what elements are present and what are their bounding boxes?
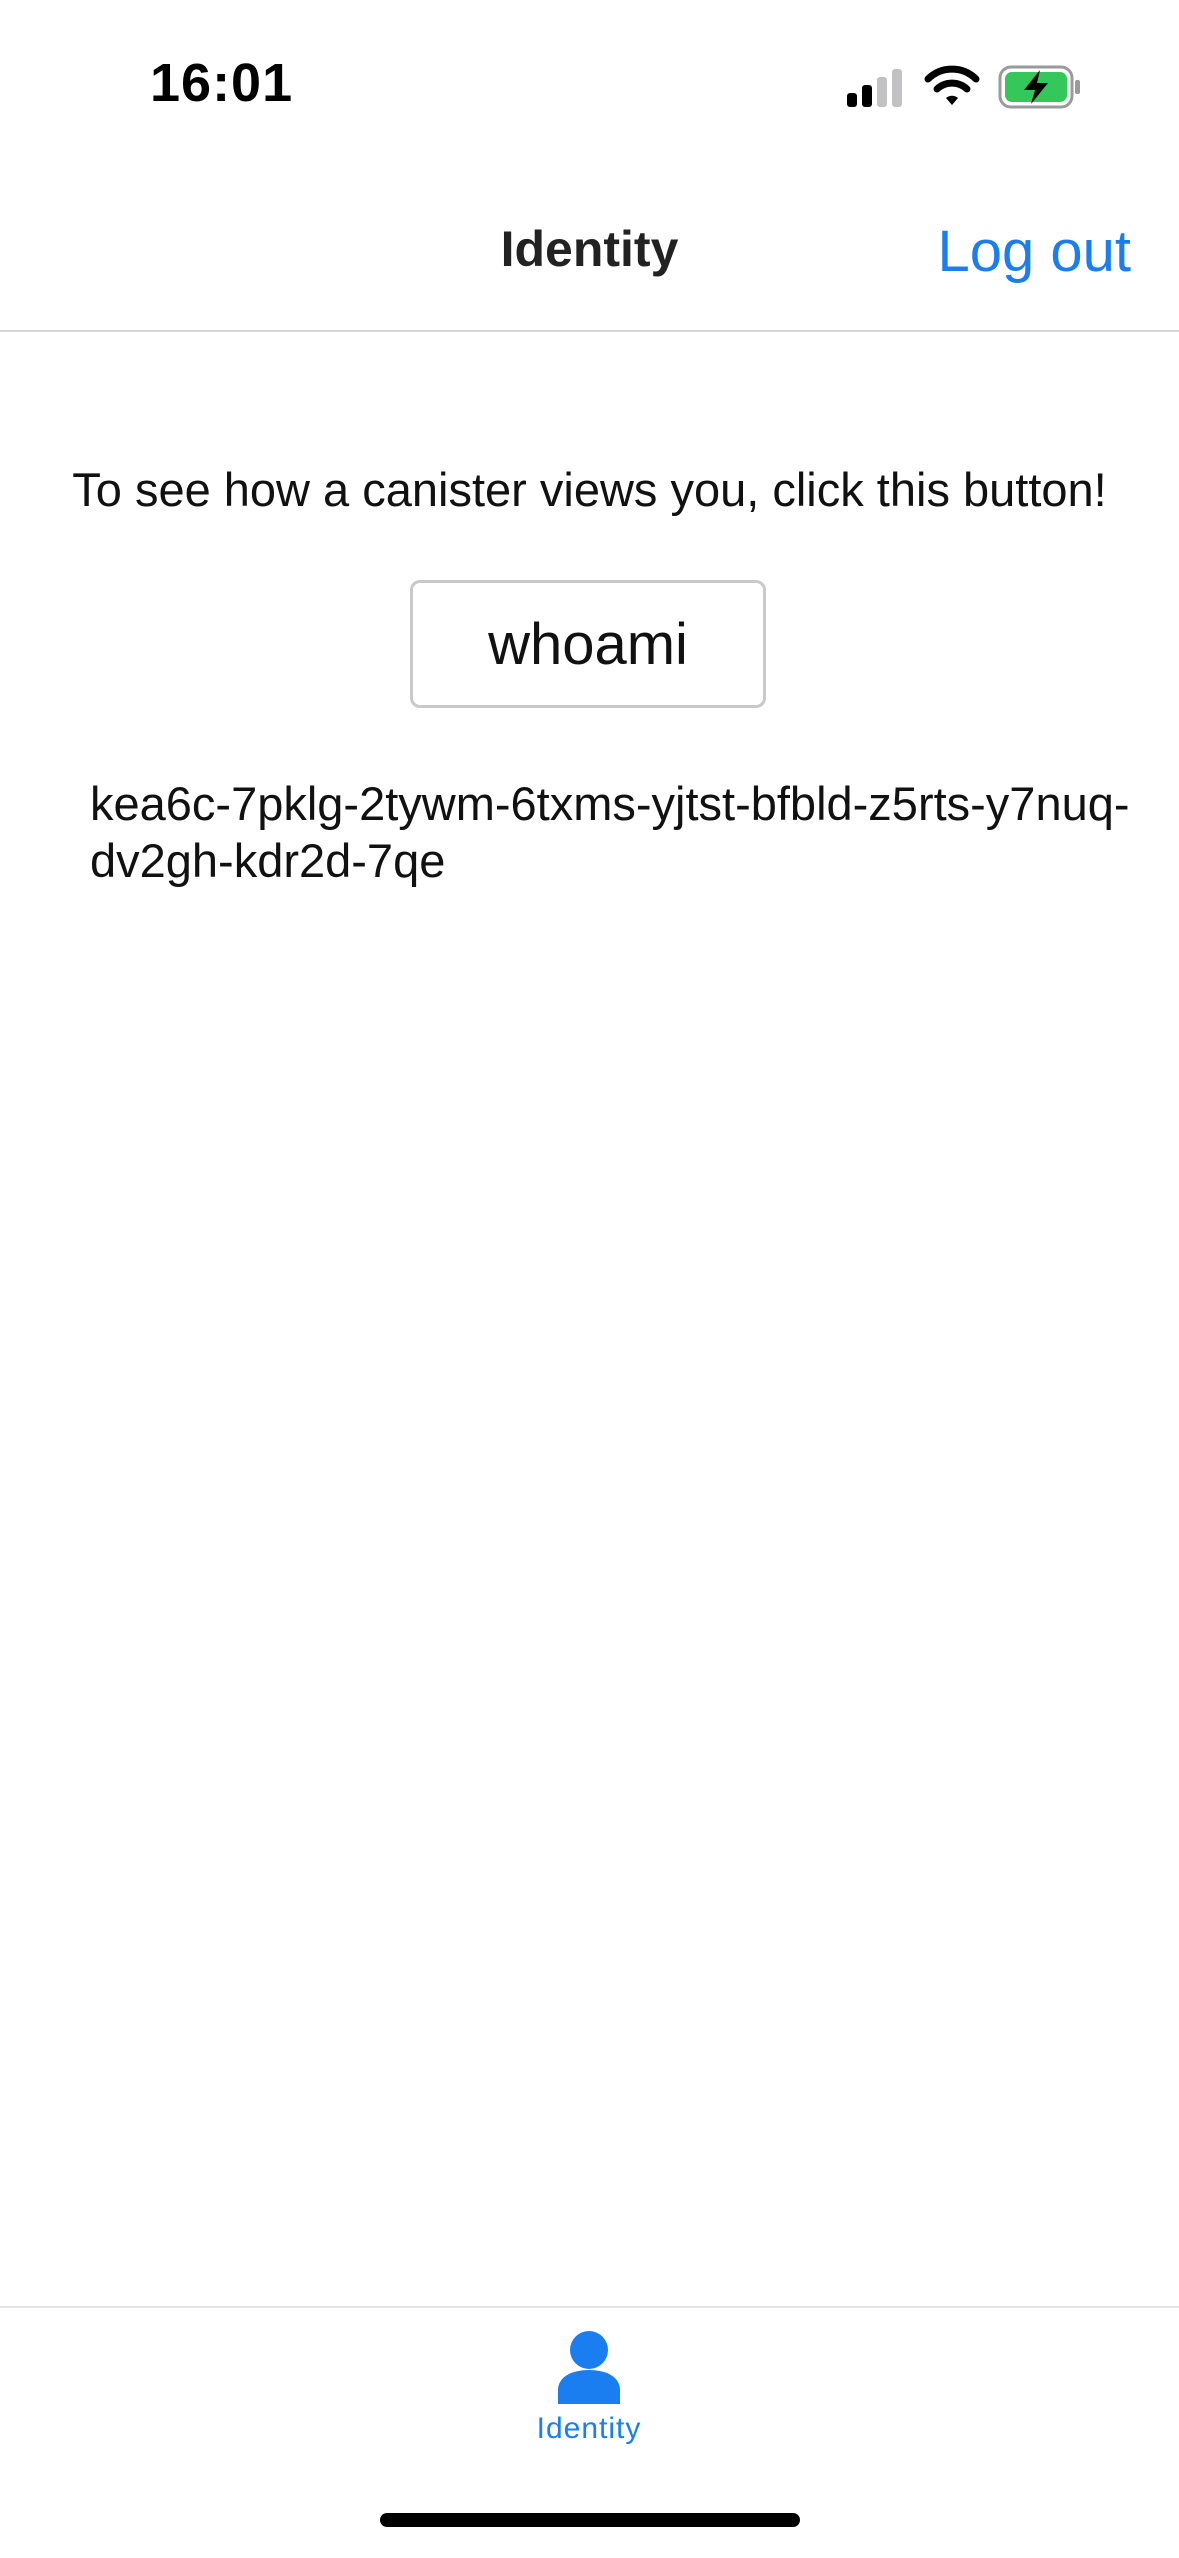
- status-time: 16:01: [150, 53, 294, 113]
- wifi-icon: [924, 65, 980, 105]
- navigation-bar: Identity Log out: [0, 170, 1179, 332]
- signal-icon: [847, 69, 902, 107]
- battery-charging-icon: [998, 65, 1080, 109]
- tab-identity[interactable]: Identity: [489, 2330, 689, 2460]
- whoami-button[interactable]: whoami: [410, 580, 766, 708]
- person-icon: [558, 2331, 620, 2404]
- instruction-text: To see how a canister views you, click t…: [72, 463, 1107, 516]
- whoami-button-label: whoami: [488, 611, 688, 677]
- tab-identity-label: Identity: [536, 2412, 642, 2445]
- status-bar: 16:01: [0, 0, 1179, 170]
- logout-button[interactable]: Log out: [937, 218, 1131, 285]
- principal-id-text: kea6c-7pklg-2tywm-6txms-yjtst-bfbld-z5rt…: [90, 777, 1130, 887]
- home-indicator[interactable]: [380, 2513, 800, 2527]
